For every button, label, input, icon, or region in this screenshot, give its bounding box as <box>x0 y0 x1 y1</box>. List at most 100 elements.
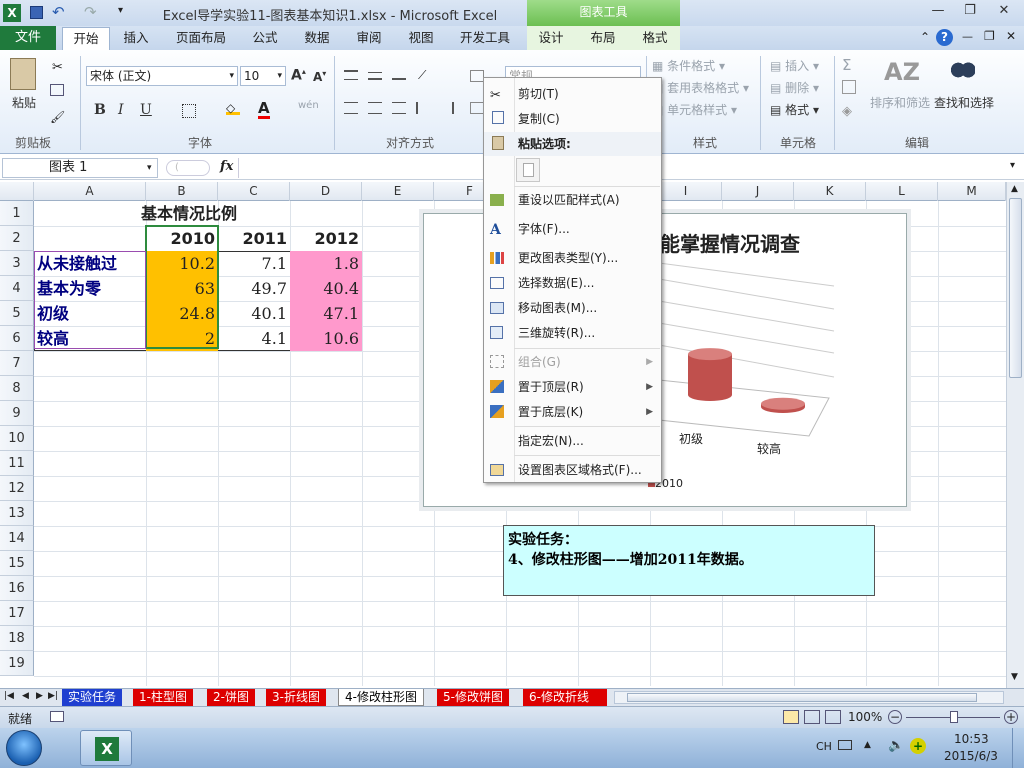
sheet-tab[interactable]: 2-饼图 <box>207 689 255 706</box>
tab-formulas[interactable]: 公式 <box>246 26 284 50</box>
row-header[interactable]: 13 <box>0 501 34 526</box>
row-header[interactable]: 14 <box>0 526 34 551</box>
tab-home[interactable]: 开始 <box>62 27 110 51</box>
align-left-icon[interactable] <box>344 102 358 114</box>
orientation-icon[interactable]: ⟋ <box>418 68 426 83</box>
grow-font-icon[interactable]: A▴ <box>291 67 306 84</box>
input-language[interactable]: CH <box>816 740 832 753</box>
data-cell[interactable]: 49.7 <box>218 276 290 301</box>
data-cell[interactable]: 40.1 <box>218 301 290 326</box>
column-header[interactable]: B <box>146 182 218 201</box>
menu-item-format-chart-area[interactable]: 设置图表区域格式(F)... <box>484 458 661 482</box>
menu-item-move-chart[interactable]: 移动图表(M)... <box>484 296 661 320</box>
select-all-corner[interactable] <box>0 182 34 201</box>
find-select-icon[interactable] <box>951 58 975 82</box>
hscroll-thumb[interactable] <box>627 693 977 702</box>
menu-item-group[interactable]: 组合(G) ▶ <box>484 350 661 374</box>
data-cell[interactable]: 40.4 <box>290 276 362 301</box>
column-header[interactable]: D <box>290 182 362 201</box>
volume-icon[interactable]: 🔈 <box>888 738 904 753</box>
row-header[interactable]: 4 <box>0 276 34 301</box>
scroll-up-icon[interactable]: ▲ <box>1011 184 1018 194</box>
conditional-format-button[interactable]: ▦ 条件格式 ▾ <box>652 57 725 74</box>
table-row[interactable]: 初级 <box>34 301 72 326</box>
sheet-tab-active[interactable]: 4-修改柱形图 <box>338 689 424 706</box>
underline-button[interactable]: U <box>140 102 152 118</box>
last-sheet-icon[interactable]: ▶| <box>48 691 58 701</box>
table-row[interactable]: 较高 <box>34 326 72 351</box>
zoom-slider-thumb[interactable] <box>950 711 958 723</box>
tab-page-layout[interactable]: 页面布局 <box>170 26 232 50</box>
wrap-text-icon[interactable] <box>470 70 484 82</box>
data-cell[interactable]: 10.2 <box>146 251 218 276</box>
copy-ribbon-icon[interactable] <box>50 84 64 96</box>
fill-color-icon[interactable]: ◇ <box>226 102 240 115</box>
sheet-tab[interactable]: 3-折线图 <box>266 689 326 706</box>
name-box[interactable]: 图表 1 ▾ <box>2 158 158 178</box>
align-top-icon[interactable] <box>344 70 358 80</box>
zoom-level[interactable]: 100% <box>848 710 882 724</box>
row-header[interactable]: 7 <box>0 351 34 376</box>
minimize-button[interactable]: — <box>924 3 952 21</box>
align-center-icon[interactable] <box>368 102 382 114</box>
macro-record-icon[interactable] <box>50 711 64 722</box>
taskbar-excel-button[interactable]: X <box>80 730 132 766</box>
font-name-combo[interactable]: 宋体 (正文) ▾ <box>86 66 238 86</box>
row-header[interactable]: 9 <box>0 401 34 426</box>
row-header[interactable]: 18 <box>0 626 34 651</box>
show-desktop-button[interactable] <box>1012 728 1024 768</box>
data-cell[interactable]: 7.1 <box>218 251 290 276</box>
workbook-close-icon[interactable]: ✕ <box>1006 29 1016 43</box>
fill-icon[interactable] <box>842 80 856 94</box>
tab-format[interactable]: 格式 <box>635 26 675 50</box>
autosum-button[interactable]: Σ <box>842 56 851 74</box>
insert-cells-button[interactable]: ▤ 插入 ▾ <box>770 57 819 74</box>
row-header[interactable]: 2 <box>0 226 34 251</box>
sort-filter-button[interactable]: 排序和筛选 <box>870 94 930 111</box>
row-header[interactable]: 16 <box>0 576 34 601</box>
data-cell[interactable]: 24.8 <box>146 301 218 326</box>
align-bottom-icon[interactable] <box>392 72 406 80</box>
row-header[interactable]: 12 <box>0 476 34 501</box>
paste-button[interactable]: 粘贴 <box>12 94 36 111</box>
align-middle-icon[interactable] <box>368 72 382 80</box>
increase-indent-icon[interactable] <box>440 102 454 114</box>
clear-icon[interactable]: ◈ <box>842 104 852 119</box>
clock-date[interactable]: 2015/6/3 <box>944 749 998 763</box>
row-header[interactable]: 6 <box>0 326 34 351</box>
first-sheet-icon[interactable]: |◀ <box>4 691 14 701</box>
table-row[interactable]: 从未接触过 <box>34 251 120 276</box>
column-header[interactable]: E <box>362 182 434 201</box>
chart-bar[interactable] <box>688 354 732 401</box>
expand-formula-icon[interactable]: ▾ <box>1010 160 1015 171</box>
fx-icon[interactable]: fx <box>220 159 233 174</box>
task-note[interactable]: 实验任务： 4、修改柱形图——增加2011年数据。 <box>503 525 875 596</box>
restore-button[interactable]: ❐ <box>956 3 984 21</box>
tab-design[interactable]: 设计 <box>531 26 571 50</box>
data-cell[interactable]: 47.1 <box>290 301 362 326</box>
format-painter-icon[interactable]: 🖌 <box>50 110 65 124</box>
workbook-restore-icon[interactable]: ❐ <box>984 29 995 43</box>
tab-view[interactable]: 视图 <box>402 26 440 50</box>
column-header[interactable]: L <box>866 182 938 201</box>
cell-styles-button[interactable]: ▦ 单元格样式 ▾ <box>652 101 737 118</box>
align-right-icon[interactable] <box>392 102 406 114</box>
row-header[interactable]: 8 <box>0 376 34 401</box>
merge-center-icon[interactable] <box>470 102 484 114</box>
tab-file[interactable]: 文件 <box>0 26 56 50</box>
cut-ribbon-icon[interactable]: ✂ <box>52 60 63 75</box>
scroll-down-icon[interactable]: ▼ <box>1011 672 1018 682</box>
tab-developer[interactable]: 开发工具 <box>454 26 516 50</box>
delete-cells-button[interactable]: ▤ 删除 ▾ <box>770 79 819 96</box>
data-cell[interactable]: 1.8 <box>290 251 362 276</box>
close-button[interactable]: ✕ <box>990 3 1018 21</box>
network-icon[interactable]: + <box>910 738 926 754</box>
data-cell[interactable]: 10.6 <box>290 326 362 351</box>
tab-insert[interactable]: 插入 <box>116 26 156 50</box>
workbook-minimize-icon[interactable]: — <box>962 30 973 43</box>
row-header[interactable]: 5 <box>0 301 34 326</box>
sheet-title-cell[interactable]: 基本情况比例 <box>138 201 240 226</box>
column-header[interactable]: J <box>722 182 794 201</box>
horizontal-scrollbar[interactable] <box>614 691 1004 704</box>
clock-time[interactable]: 10:53 <box>954 732 989 746</box>
